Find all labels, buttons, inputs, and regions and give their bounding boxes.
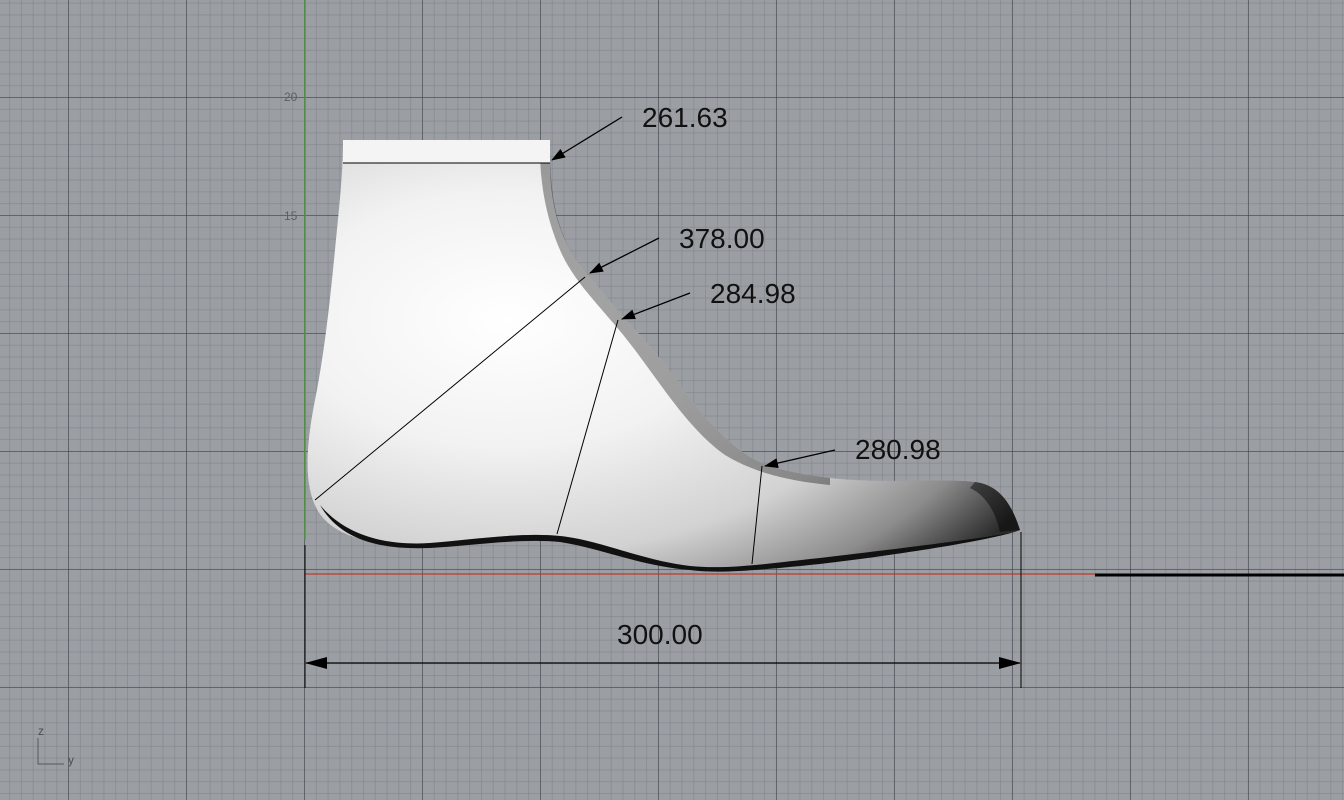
dimension-instep[interactable]: 284.98 [710, 278, 796, 309]
axis-indicator-vertical-label: z [38, 724, 44, 738]
leader-top-circumference [551, 116, 623, 161]
axis-indicator-lines [37, 738, 64, 765]
leader-ball [764, 449, 836, 468]
leader-heel-diagonal [589, 237, 660, 274]
dimension-top-circumference[interactable]: 261.63 [642, 102, 728, 133]
axis-indicator-horizontal-label: y [68, 753, 74, 767]
dimension-ball[interactable]: 280.98 [855, 434, 941, 465]
dimension-length[interactable]: 300.00 [617, 619, 703, 650]
dimension-heel-diagonal[interactable]: 378.00 [679, 223, 765, 254]
rhino-right-viewport[interactable]: 20 15 261.63 378.00 284.98 280.98 300.00… [0, 0, 1344, 800]
grid-label-upper: 20 [284, 90, 298, 104]
leader-instep [621, 292, 691, 320]
grid-label-lower: 15 [284, 209, 298, 223]
viewport-canvas[interactable]: 20 15 261.63 378.00 284.98 280.98 300.00… [0, 0, 1344, 800]
axis-indicator: z y [37, 724, 74, 767]
foot-last-surface[interactable] [307, 140, 1020, 568]
foot-top-opening [343, 140, 550, 163]
foot-last-model[interactable] [307, 140, 1020, 572]
